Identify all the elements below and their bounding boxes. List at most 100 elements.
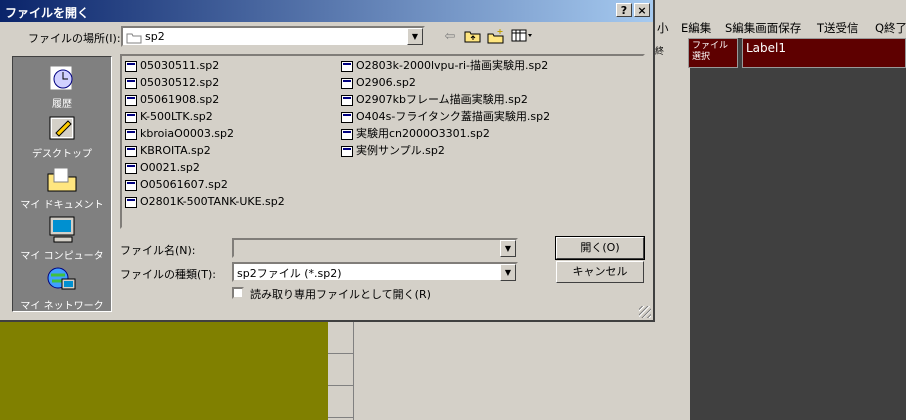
look-in-value: sp2 xyxy=(145,30,165,43)
app-canvas xyxy=(690,38,906,420)
place-my-computer-label: マイ コンピュータ xyxy=(20,251,104,262)
sp2-file-icon xyxy=(125,77,137,89)
open-button[interactable]: 開く(O) xyxy=(555,236,645,260)
file-name: O0021.sp2 xyxy=(140,161,200,174)
my-network-icon xyxy=(46,265,78,295)
place-desktop[interactable]: デスクトップ xyxy=(13,113,111,160)
file-name: O2907kbフレーム描画実験用.sp2 xyxy=(356,93,528,106)
look-in-label: ファイルの場所(I): xyxy=(28,32,121,45)
back-arrow-icon[interactable]: ⇦ xyxy=(440,28,460,46)
place-my-documents-label: マイ ドキュメント xyxy=(20,200,104,211)
sp2-file-icon xyxy=(341,77,353,89)
filetype-label: ファイルの種類(T): xyxy=(120,268,217,281)
menu-item-exit[interactable]: Q終了 xyxy=(875,20,906,36)
sp2-file-icon xyxy=(125,60,137,72)
file-name: KBROITA.sp2 xyxy=(140,144,211,157)
file-item[interactable]: O2906.sp2 xyxy=(341,75,416,91)
sp2-file-icon xyxy=(341,111,353,123)
sp2-file-icon xyxy=(125,94,137,106)
filename-label: ファイル名(N): xyxy=(120,244,196,257)
file-name: O2906.sp2 xyxy=(356,76,416,89)
sp2-file-icon xyxy=(341,94,353,106)
place-desktop-label: デスクトップ xyxy=(32,149,92,160)
help-button[interactable]: ? xyxy=(616,3,632,17)
file-item[interactable]: 05030511.sp2 xyxy=(125,58,219,74)
sp2-file-icon xyxy=(125,162,137,174)
strip-column xyxy=(328,322,354,420)
new-folder-icon[interactable] xyxy=(486,28,506,46)
file-item[interactable]: O2803k-2000lvpu-ri-描画実験用.sp2 xyxy=(341,58,548,74)
sp2-file-icon xyxy=(125,128,137,140)
file-list[interactable]: 05030511.sp2 05030512.sp2 05061908.sp2 K… xyxy=(120,54,645,229)
up-folder-icon[interactable] xyxy=(463,28,483,46)
open-file-dialog: ファイルを開く ? × ファイルの場所(I): sp2 ▼ ⇦ 履歴 デスクトッ… xyxy=(0,0,655,322)
desktop-icon xyxy=(46,113,78,143)
file-name: 実験用cn2000O3301.sp2 xyxy=(356,127,490,140)
file-select-label: ファイル 選択 xyxy=(692,41,729,62)
place-my-documents[interactable]: マイ ドキュメント xyxy=(13,164,111,211)
sp2-file-icon xyxy=(341,128,353,140)
filetype-select[interactable]: sp2ファイル (*.sp2) ▼ xyxy=(232,262,518,282)
app-menubar: 小 E編集 S編集画面保存 T送受信 Q終了 xyxy=(655,16,906,38)
file-name: 実例サンプル.sp2 xyxy=(356,144,445,157)
menu-item-edit[interactable]: E編集 xyxy=(681,20,711,36)
file-name: O2801K-500TANK-UKE.sp2 xyxy=(140,195,285,208)
file-item[interactable]: O2907kbフレーム描画実験用.sp2 xyxy=(341,92,528,108)
filetype-value: sp2ファイル (*.sp2) xyxy=(237,267,342,280)
side-caption: 終 xyxy=(655,47,665,57)
menu-item-save[interactable]: S編集画面保存 xyxy=(725,20,801,36)
menu-item-transfer[interactable]: T送受信 xyxy=(817,20,859,36)
chevron-down-icon[interactable]: ▼ xyxy=(500,240,516,257)
file-item[interactable]: 実例サンプル.sp2 xyxy=(341,143,445,159)
file-item[interactable]: 実験用cn2000O3301.sp2 xyxy=(341,126,490,142)
label1: Label1 xyxy=(742,38,906,68)
place-my-network[interactable]: マイ ネットワーク xyxy=(13,265,111,312)
sp2-file-icon xyxy=(341,60,353,72)
file-name: 05030511.sp2 xyxy=(140,59,220,72)
file-item[interactable]: kbroiaO0003.sp2 xyxy=(125,126,234,142)
view-menu-icon[interactable] xyxy=(510,28,534,46)
file-item[interactable]: 05061908.sp2 xyxy=(125,92,219,108)
sp2-file-icon xyxy=(341,145,353,157)
resize-grip[interactable] xyxy=(639,306,651,318)
readonly-label: 読み取り専用ファイルとして開く(R) xyxy=(250,288,431,301)
filename-input[interactable]: ▼ xyxy=(232,238,518,258)
cancel-button[interactable]: キャンセル xyxy=(556,261,644,283)
file-item[interactable]: O404s-フライタンク蓋描画実験用.sp2 xyxy=(341,109,550,125)
sp2-file-icon xyxy=(125,145,137,157)
file-name: K-500LTK.sp2 xyxy=(140,110,213,123)
chevron-down-icon[interactable]: ▼ xyxy=(500,264,516,281)
chevron-down-icon[interactable]: ▼ xyxy=(407,28,423,45)
file-name: 05030512.sp2 xyxy=(140,76,220,89)
close-button[interactable]: × xyxy=(634,3,650,17)
place-history-label: 履歴 xyxy=(52,99,72,110)
sp2-file-icon xyxy=(125,111,137,123)
sp2-file-icon xyxy=(125,179,137,191)
history-icon xyxy=(46,63,78,93)
file-name: 05061908.sp2 xyxy=(140,93,220,106)
file-name: O2803k-2000lvpu-ri-描画実験用.sp2 xyxy=(356,59,549,72)
olive-panel xyxy=(0,322,328,420)
file-name: kbroiaO0003.sp2 xyxy=(140,127,235,140)
title-bar[interactable]: ファイルを開く ? × xyxy=(0,0,653,22)
place-my-computer[interactable]: マイ コンピュータ xyxy=(13,215,111,262)
middle-panel xyxy=(354,322,690,420)
look-in-combo[interactable]: sp2 ▼ xyxy=(121,26,425,47)
my-documents-icon xyxy=(46,164,78,194)
file-select-button[interactable]: ファイル 選択 xyxy=(688,38,738,68)
file-item[interactable]: O05061607.sp2 xyxy=(125,177,228,193)
file-item[interactable]: O0021.sp2 xyxy=(125,160,200,176)
readonly-checkbox[interactable] xyxy=(232,287,244,299)
file-item[interactable]: KBROITA.sp2 xyxy=(125,143,211,159)
my-computer-icon xyxy=(46,215,78,245)
file-item[interactable]: O2801K-500TANK-UKE.sp2 xyxy=(125,194,285,210)
file-item[interactable]: K-500LTK.sp2 xyxy=(125,109,213,125)
place-history[interactable]: 履歴 xyxy=(13,63,111,110)
file-item[interactable]: 05030512.sp2 xyxy=(125,75,219,91)
dialog-title: ファイルを開く xyxy=(5,6,90,20)
places-bar: 履歴 デスクトップ マイ ドキュメント マイ コンピュータ マイ ネットワーク xyxy=(12,56,112,312)
file-name: O05061607.sp2 xyxy=(140,178,228,191)
menu-item[interactable]: 小 xyxy=(657,20,669,36)
place-my-network-label: マイ ネットワーク xyxy=(20,301,104,312)
file-name: O404s-フライタンク蓋描画実験用.sp2 xyxy=(356,110,551,123)
